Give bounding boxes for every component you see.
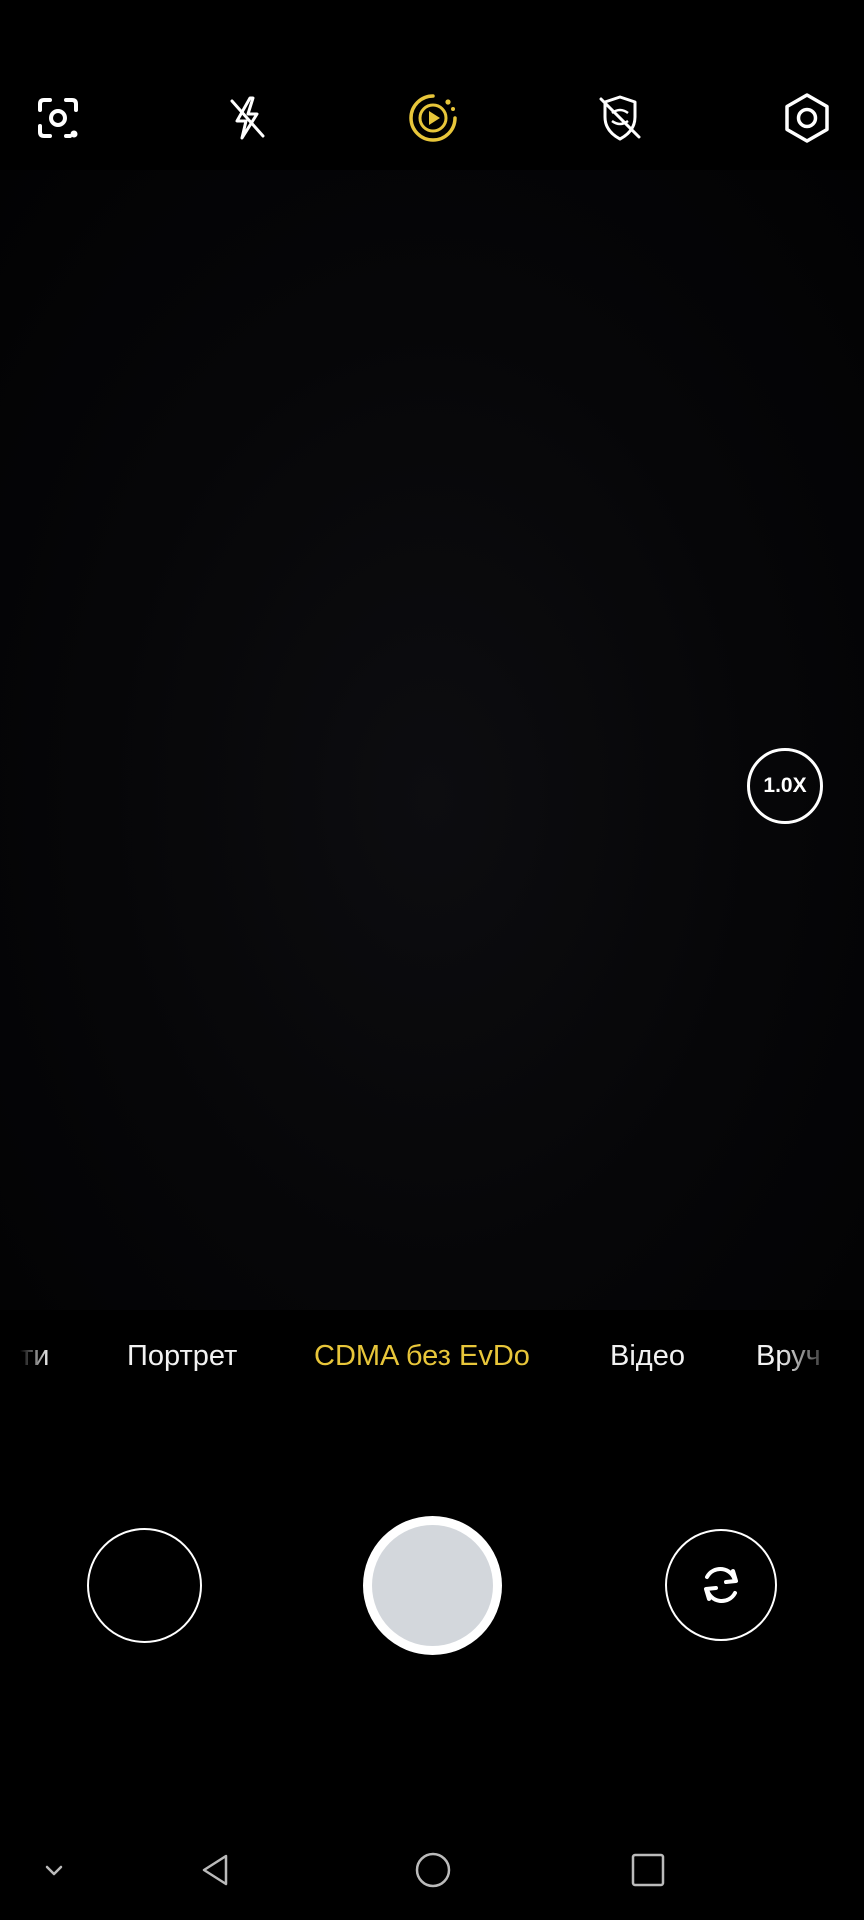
mode-item-video[interactable]: Відео <box>610 1340 685 1373</box>
lens-scan-button[interactable] <box>18 78 98 158</box>
mode-item-previous[interactable]: ти <box>20 1340 49 1373</box>
camera-mode-strip[interactable]: ти Портрет CDMA без EvDo Відео Вруч <box>0 1310 864 1410</box>
motion-photo-icon <box>409 94 457 142</box>
chevron-down-icon <box>45 1865 63 1876</box>
settings-icon <box>785 93 829 143</box>
shutter-button[interactable] <box>363 1516 502 1655</box>
back-icon <box>202 1854 228 1886</box>
home-icon <box>415 1852 451 1888</box>
nav-back-button[interactable] <box>186 1840 246 1900</box>
ai-scene-off-icon <box>599 95 641 141</box>
gallery-thumbnail-button[interactable] <box>87 1528 202 1643</box>
flash-off-icon <box>230 96 265 140</box>
motion-photo-button[interactable] <box>393 78 473 158</box>
ai-scene-button[interactable] <box>580 78 660 158</box>
mode-item-portrait[interactable]: Портрет <box>127 1340 237 1373</box>
flash-button[interactable] <box>207 78 287 158</box>
shutter-button-inner <box>372 1525 493 1646</box>
mode-item-selected[interactable]: CDMA без EvDo <box>314 1340 530 1373</box>
recents-icon <box>631 1853 665 1887</box>
lens-scan-icon <box>38 98 78 138</box>
system-navigation-bar <box>0 1830 864 1910</box>
mode-item-manual[interactable]: Вруч <box>756 1340 836 1373</box>
top-toolbar <box>0 78 864 158</box>
switch-camera-icon <box>704 1566 738 1604</box>
nav-recents-button[interactable] <box>618 1840 678 1900</box>
nav-collapse-button[interactable] <box>24 1840 84 1900</box>
camera-viewfinder[interactable] <box>0 170 864 1310</box>
switch-camera-button[interactable] <box>665 1529 777 1641</box>
zoom-level-button[interactable]: 1.0X <box>747 748 823 824</box>
settings-button[interactable] <box>767 78 847 158</box>
nav-home-button[interactable] <box>403 1840 463 1900</box>
